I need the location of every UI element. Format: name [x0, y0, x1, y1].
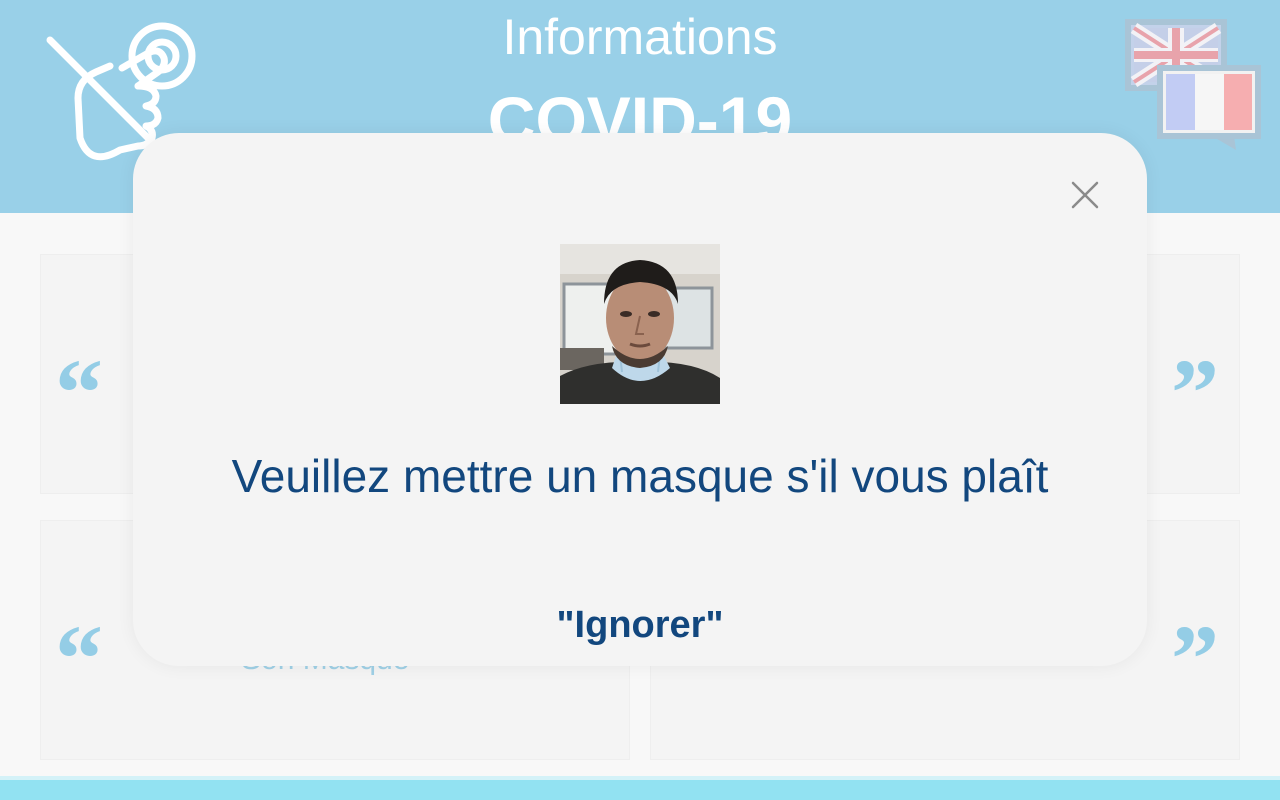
bottom-bar-highlight: [0, 776, 1280, 780]
language-switch-flags-icon[interactable]: [1124, 18, 1264, 158]
close-quote: ”: [1171, 605, 1219, 712]
header-title: Informations: [502, 9, 778, 65]
mask-alert-dialog: Veuillez mettre un masque s'il vous plaî…: [133, 133, 1147, 666]
open-quote: “: [55, 605, 103, 712]
ignore-button[interactable]: "Ignorer": [520, 600, 760, 650]
open-quote: “: [55, 339, 103, 446]
close-icon[interactable]: [1069, 179, 1101, 211]
close-quote: ”: [1171, 339, 1219, 446]
mask-warning-message: Veuillez mettre un masque s'il vous plaî…: [231, 450, 1049, 502]
captured-face-photo: [560, 244, 720, 404]
